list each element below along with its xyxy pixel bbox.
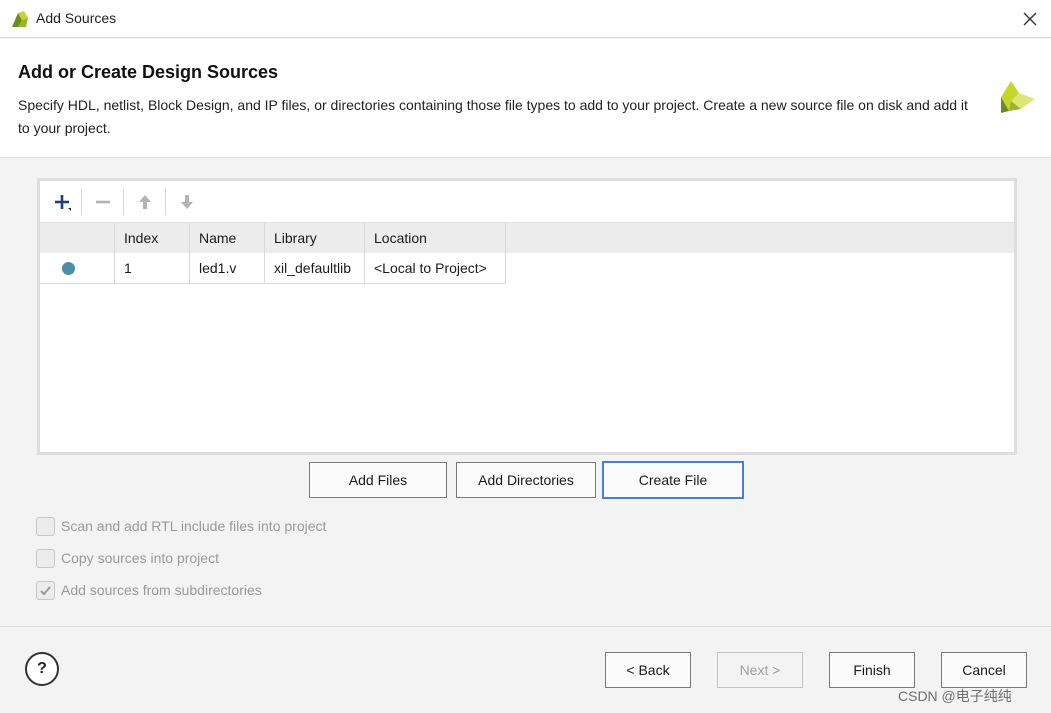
minus-icon — [96, 200, 110, 204]
page-header: Add or Create Design Sources Specify HDL… — [0, 39, 1051, 157]
row-library[interactable]: xil_defaultlib — [265, 253, 365, 283]
column-header-index[interactable]: Index — [115, 223, 190, 253]
vivado-logo-icon — [1001, 81, 1035, 113]
plus-icon — [55, 195, 71, 211]
row-name: led1.v — [190, 253, 265, 283]
subdirectories-checkbox[interactable] — [36, 580, 55, 600]
checkmark-icon — [40, 585, 51, 595]
add-directories-button[interactable]: Add Directories — [456, 462, 596, 498]
scan-rtl-checkbox[interactable] — [36, 516, 55, 536]
watermark: CSDN @电子纯纯 — [898, 688, 1012, 704]
copy-sources-checkbox[interactable] — [36, 548, 55, 568]
option-copy-sources[interactable]: Copy sources into project — [36, 547, 219, 569]
move-up-button[interactable] — [132, 189, 158, 215]
column-header-status[interactable] — [40, 223, 115, 253]
remove-source-button[interactable] — [90, 189, 116, 215]
row-status-cell — [40, 253, 115, 283]
row-index: 1 — [115, 253, 190, 283]
toolbar-separator — [165, 189, 166, 215]
page-title: Add or Create Design Sources — [18, 62, 279, 82]
table-header: Index Name Library Location — [40, 222, 1014, 253]
copy-sources-label: Copy sources into project — [61, 550, 219, 566]
close-button[interactable] — [1017, 6, 1043, 32]
create-file-button[interactable]: Create File — [602, 461, 744, 499]
subdirectories-label: Add sources from subdirectories — [61, 582, 262, 598]
toolbar-separator — [81, 189, 82, 215]
xilinx-logo-icon — [12, 11, 28, 27]
status-dot-icon — [62, 261, 75, 275]
finish-button[interactable]: Finish — [829, 652, 915, 688]
add-files-button[interactable]: Add Files — [309, 462, 447, 498]
toolbar-separator — [123, 189, 124, 215]
help-button[interactable]: ? — [25, 652, 59, 686]
arrow-down-icon — [181, 195, 193, 209]
sources-table: Index Name Library Location 1 led1.v xil… — [37, 178, 1017, 455]
column-header-location[interactable]: Location — [365, 223, 506, 253]
move-down-button[interactable] — [174, 189, 200, 215]
option-scan-rtl[interactable]: Scan and add RTL include files into proj… — [36, 515, 326, 537]
table-row[interactable]: 1 led1.v xil_defaultlib <Local to Projec… — [40, 253, 506, 284]
page-description: Specify HDL, netlist, Block Design, and … — [18, 97, 968, 136]
close-icon — [1023, 12, 1037, 26]
cancel-button[interactable]: Cancel — [941, 652, 1027, 688]
scan-rtl-label: Scan and add RTL include files into proj… — [61, 518, 327, 534]
arrow-up-icon — [139, 195, 151, 209]
option-subdirectories[interactable]: Add sources from subdirectories — [36, 579, 262, 601]
row-location: <Local to Project> — [365, 253, 506, 283]
title-bar: Add Sources — [0, 0, 1051, 38]
back-button[interactable]: < Back — [605, 652, 691, 688]
footer-divider — [0, 626, 1051, 627]
window-title: Add Sources — [36, 10, 117, 26]
add-source-button[interactable] — [49, 189, 75, 215]
table-toolbar — [40, 181, 1014, 222]
next-button[interactable]: Next > — [717, 652, 803, 688]
column-header-library[interactable]: Library — [265, 223, 365, 253]
header-divider — [0, 157, 1051, 158]
column-header-name[interactable]: Name — [190, 223, 265, 253]
